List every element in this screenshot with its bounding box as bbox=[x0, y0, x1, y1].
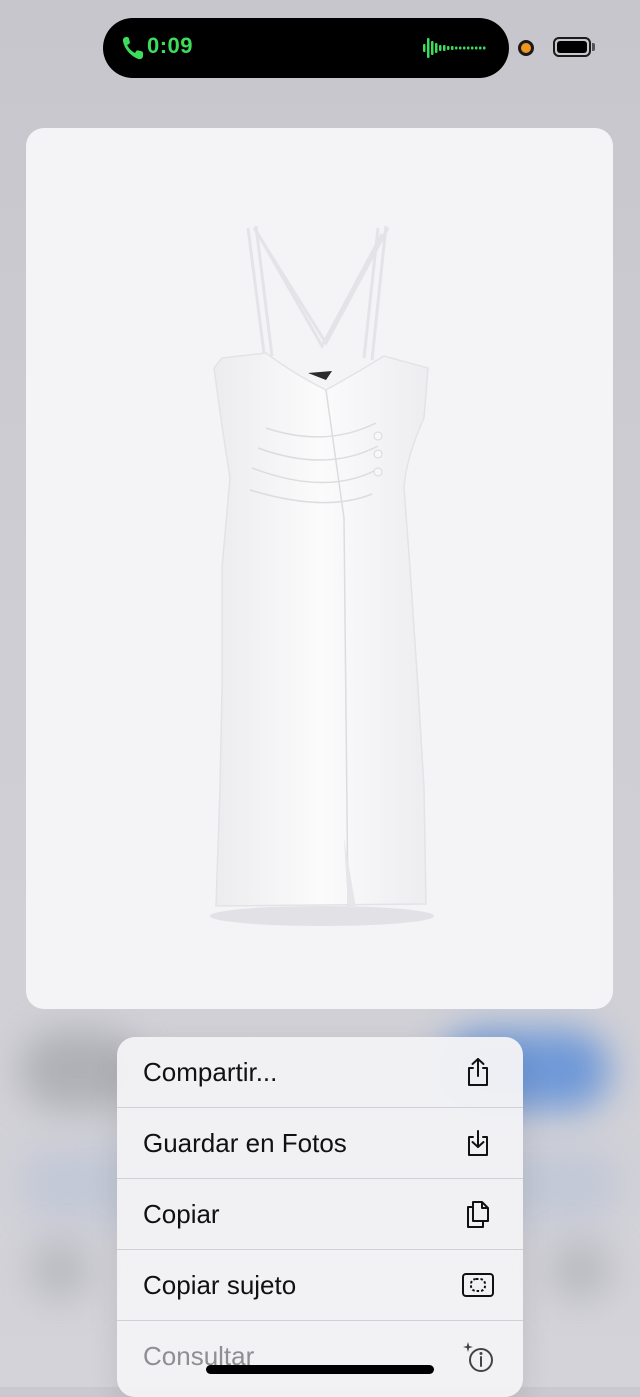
battery-cap bbox=[592, 43, 595, 51]
menu-item-label: Guardar en Fotos bbox=[143, 1128, 347, 1158]
menu-item-look-up[interactable]: Consultar bbox=[117, 1321, 523, 1392]
copy-subject-icon bbox=[462, 1273, 494, 1297]
menu-item-label: Copiar sujeto bbox=[143, 1270, 297, 1300]
menu-item-share[interactable]: Compartir... bbox=[117, 1037, 523, 1108]
context-menu: Compartir... Guardar en Fotos Copiar Cop… bbox=[117, 1037, 523, 1397]
save-to-photos-icon bbox=[468, 1130, 488, 1156]
menu-item-save-to-photos[interactable]: Guardar en Fotos bbox=[117, 1108, 523, 1179]
copy-icon bbox=[467, 1201, 489, 1228]
menu-item-copy[interactable]: Copiar bbox=[117, 1179, 523, 1250]
dynamic-island-call[interactable]: 0:09 bbox=[103, 18, 509, 78]
blurred-icon-left bbox=[30, 1240, 90, 1300]
battery-icon bbox=[553, 37, 591, 57]
menu-item-label: Compartir... bbox=[143, 1057, 278, 1087]
blurred-icon-right bbox=[550, 1240, 610, 1300]
white-midi-dress-icon bbox=[210, 225, 434, 926]
home-indicator[interactable] bbox=[206, 1365, 434, 1374]
share-icon bbox=[468, 1058, 488, 1086]
menu-item-copy-subject[interactable]: Copiar sujeto bbox=[117, 1250, 523, 1321]
privacy-indicator-dot bbox=[518, 40, 534, 56]
menu-item-label: Copiar bbox=[143, 1199, 220, 1229]
phone-icon bbox=[122, 37, 143, 60]
image-preview-card[interactable] bbox=[26, 128, 613, 1009]
look-up-icon bbox=[463, 1342, 493, 1372]
audio-waveform-icon bbox=[423, 38, 486, 58]
call-duration: 0:09 bbox=[147, 33, 194, 58]
